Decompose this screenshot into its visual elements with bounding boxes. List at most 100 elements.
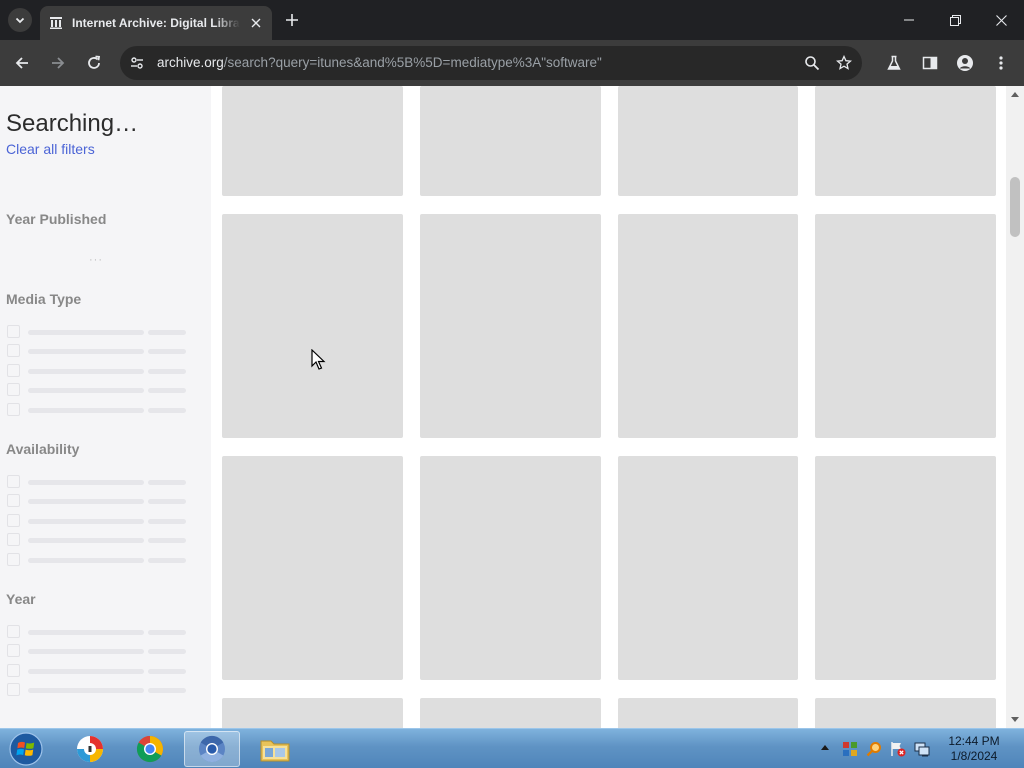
chevron-down-icon <box>15 17 25 24</box>
facet-placeholder-row <box>6 344 186 358</box>
year-heading: Year <box>6 591 36 607</box>
facet-placeholder-row <box>6 514 186 528</box>
result-tile-placeholder[interactable] <box>420 214 601 438</box>
facet-checkbox-placeholder <box>7 475 20 488</box>
site-info-icon[interactable] <box>128 54 146 72</box>
result-tile-placeholder[interactable] <box>222 86 403 196</box>
tab-search-button[interactable] <box>8 8 32 32</box>
facet-checkbox-placeholder <box>7 625 20 638</box>
url-path: /search?query=itunes&and%5B%5D=mediatype… <box>223 55 602 70</box>
facet-checkbox-placeholder <box>7 364 20 377</box>
facet-sidebar: Searching… Clear all filters Year Publis… <box>0 86 211 728</box>
taskbar-clock[interactable]: 12:44 PM 1/8/2024 <box>944 734 1004 764</box>
taskbar-chrome[interactable] <box>122 731 178 767</box>
minimize-button[interactable] <box>886 0 932 40</box>
restore-button[interactable] <box>932 0 978 40</box>
taskbar-explorer[interactable] <box>247 731 303 767</box>
archive-building-icon <box>48 15 64 31</box>
more-vert-icon <box>999 56 1003 70</box>
scroll-down-arrow[interactable] <box>1011 717 1019 722</box>
arrow-left-icon <box>15 57 28 69</box>
flag-alert-tray-icon[interactable] <box>889 740 907 758</box>
facet-placeholder-row <box>6 644 186 658</box>
labs-button[interactable] <box>880 49 908 77</box>
start-button[interactable] <box>6 731 46 767</box>
taskbar-chromium-active[interactable] <box>184 731 240 767</box>
new-tab-button[interactable] <box>280 8 304 32</box>
facet-placeholder-row <box>6 475 186 489</box>
facet-checkbox-placeholder <box>7 553 20 566</box>
tab-title: Internet Archive: Digital Library of Fre… <box>72 16 240 30</box>
close-window-button[interactable] <box>978 0 1024 40</box>
facet-placeholder-row <box>6 683 186 697</box>
close-tab-icon[interactable] <box>248 15 264 31</box>
clock-date: 1/8/2024 <box>950 749 998 763</box>
result-tile-placeholder[interactable] <box>222 456 403 680</box>
facet-checkbox-placeholder <box>7 325 20 338</box>
chromium-icon <box>199 735 225 763</box>
result-tile-placeholder[interactable] <box>222 214 403 438</box>
facet-placeholder-row <box>6 625 186 639</box>
year-published-heading: Year Published <box>6 211 107 227</box>
facet-checkbox-placeholder <box>7 683 20 696</box>
result-tile-placeholder[interactable] <box>815 456 996 680</box>
result-tile-placeholder[interactable] <box>420 456 601 680</box>
chrome-icon <box>136 735 164 763</box>
facet-placeholder-row <box>6 325 186 339</box>
url-host: archive.org <box>157 55 224 70</box>
restore-icon <box>949 14 961 26</box>
side-panel-icon <box>922 56 938 70</box>
media-type-heading: Media Type <box>6 291 82 307</box>
result-tile-placeholder[interactable] <box>815 698 996 728</box>
result-tile-placeholder[interactable] <box>618 456 798 680</box>
tray-expand-icon[interactable] <box>821 745 829 750</box>
folder-icon <box>260 740 290 762</box>
facet-placeholder-row <box>6 494 186 508</box>
facet-checkbox-placeholder <box>7 644 20 657</box>
tab-strip: Internet Archive: Digital Library of Fre… <box>0 0 1024 40</box>
page-viewport: Searching… Clear all filters Year Publis… <box>0 86 1024 728</box>
result-tile-placeholder[interactable] <box>420 86 601 196</box>
facet-checkbox-placeholder <box>7 533 20 546</box>
network-tray-icon[interactable] <box>913 740 931 758</box>
result-tile-placeholder[interactable] <box>618 86 798 196</box>
result-tile-placeholder[interactable] <box>222 698 403 728</box>
result-tile-placeholder[interactable] <box>618 214 798 438</box>
side-panel-button[interactable] <box>916 49 944 77</box>
tray-app-icon[interactable] <box>841 740 859 758</box>
taskbar-app-security[interactable] <box>62 731 118 767</box>
mouse-pointer-icon <box>311 349 326 370</box>
browser-tab[interactable]: Internet Archive: Digital Library of Fre… <box>40 6 272 40</box>
result-tile-placeholder[interactable] <box>815 86 996 196</box>
back-button[interactable] <box>8 49 36 77</box>
clear-filters-link[interactable]: Clear all filters <box>6 141 95 157</box>
scroll-up-arrow[interactable] <box>1011 92 1019 97</box>
page-scrollbar[interactable] <box>1006 86 1024 728</box>
magnifier-tray-icon[interactable] <box>865 740 883 758</box>
forward-button[interactable] <box>44 49 72 77</box>
minimize-icon <box>904 19 914 21</box>
facet-checkbox-placeholder <box>7 494 20 507</box>
star-icon[interactable] <box>834 53 854 73</box>
flask-icon <box>887 55 901 70</box>
scrollbar-thumb[interactable] <box>1010 177 1020 237</box>
facet-checkbox-placeholder <box>7 344 20 357</box>
facet-checkbox-placeholder <box>7 383 20 396</box>
arrow-right-icon <box>52 57 65 69</box>
profile-icon <box>957 55 973 71</box>
profile-button[interactable] <box>951 49 979 77</box>
clock-time: 12:44 PM <box>948 734 1000 748</box>
result-tile-placeholder[interactable] <box>815 214 996 438</box>
reload-button[interactable] <box>80 49 108 77</box>
url-text: archive.org/search?query=itunes&and%5B%5… <box>157 55 602 70</box>
facet-placeholder-row <box>6 664 186 678</box>
facet-placeholder-row <box>6 533 186 547</box>
results-title: Searching… <box>6 110 139 137</box>
plus-icon <box>286 14 298 26</box>
os-taskbar: 12:44 PM 1/8/2024 <box>0 728 1024 768</box>
result-tile-placeholder[interactable] <box>618 698 798 728</box>
result-tile-placeholder[interactable] <box>420 698 601 728</box>
menu-button[interactable] <box>987 49 1015 77</box>
search-icon[interactable] <box>802 53 822 73</box>
address-bar[interactable]: archive.org/search?query=itunes&and%5B%5… <box>120 46 862 80</box>
